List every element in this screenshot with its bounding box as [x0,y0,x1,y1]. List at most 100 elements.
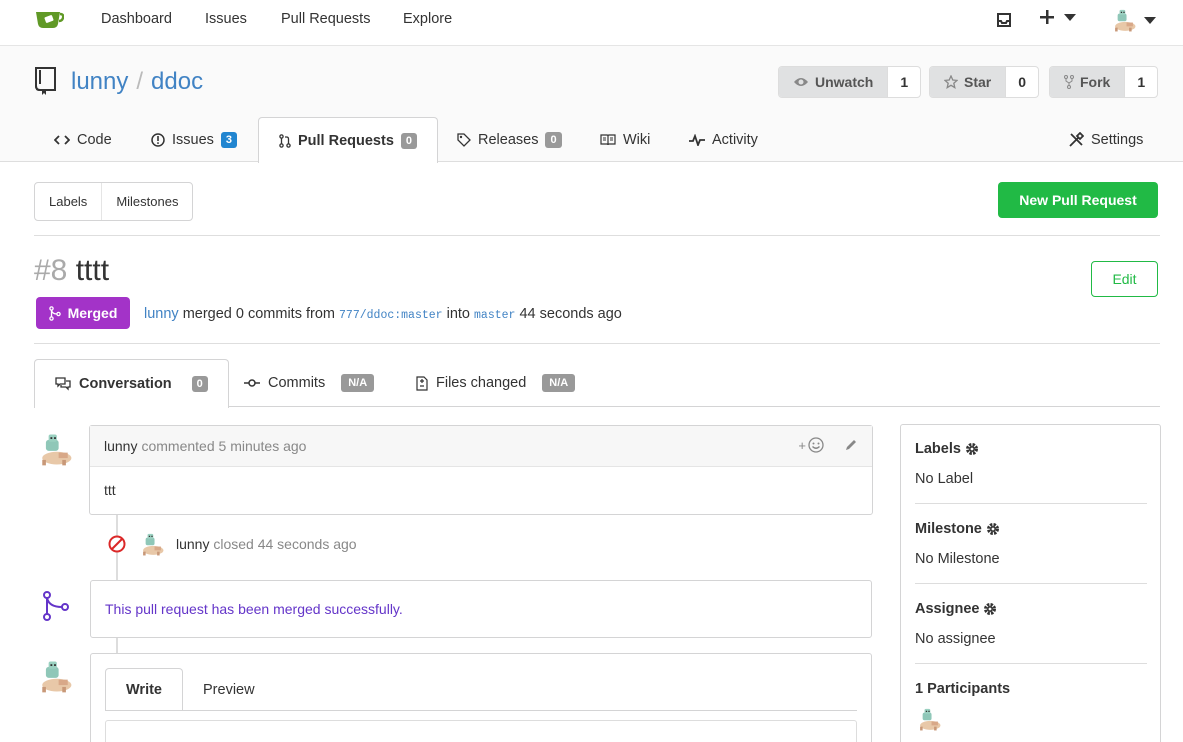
timeline-event-closed: lunny closed 44 seconds ago [108,530,357,558]
tab-settings-label: Settings [1091,131,1144,148]
page-title: #8 tttt [34,254,109,288]
comment-time: 5 minutes ago [218,438,307,454]
divider [105,710,857,711]
milestone-title-text: Milestone [915,521,982,537]
edit-title-button[interactable]: Edit [1091,261,1158,297]
pulse-icon [689,133,705,146]
inbox-icon[interactable] [996,12,1012,31]
assignee-value: No assignee [915,631,996,647]
tab-code[interactable]: Code [34,117,132,162]
nav-explore[interactable]: Explore [403,11,452,27]
tab-commits-label: Commits [268,375,326,391]
divider [915,663,1147,664]
repo-title: lunny / ddoc [71,68,203,96]
nav-pull-requests[interactable]: Pull Requests [281,11,370,27]
tab-files-label: Files changed [436,375,527,391]
repo-separator: / [136,68,144,95]
tab-activity-label: Activity [712,131,758,148]
assignee-title-text: Assignee [915,601,980,617]
smiley-icon [808,437,824,453]
add-reaction-button[interactable]: + [798,437,824,453]
fork-button[interactable]: Fork [1050,67,1125,97]
merger-link[interactable]: lunny [144,306,179,322]
fork-icon [1064,75,1074,89]
issue-sidebar: Labels No Label Milestone No Milestone A… [900,424,1161,742]
tab-pull-requests[interactable]: Pull Requests 0 [258,117,439,163]
pr-index: #8 [34,254,68,287]
status-badge: Merged [36,297,130,329]
pr-title-text: tttt [75,254,110,287]
tab-activity[interactable]: Activity [669,117,778,162]
tab-releases[interactable]: Releases 0 [437,117,582,162]
comment-header: lunny commented 5 minutes ago [90,426,872,467]
pencil-icon[interactable] [844,438,858,452]
star-count[interactable]: 0 [1005,67,1038,97]
assignee-title[interactable]: Assignee [915,601,1147,617]
reaction-plus: + [798,437,806,453]
pulls-count-badge: 0 [400,132,418,149]
labels-title[interactable]: Labels [915,441,1147,457]
avatar[interactable] [915,705,943,733]
create-new-menu[interactable] [1040,10,1076,24]
comment-textarea[interactable] [105,720,857,742]
tab-wiki[interactable]: Wiki [580,117,670,162]
tab-files-changed[interactable]: Files changed N/A [396,359,595,407]
tab-issues[interactable]: Issues 3 [131,117,257,162]
merged-text: merged 0 commits from [182,306,335,322]
milestones-link[interactable]: Milestones [101,183,192,220]
avatar[interactable] [34,429,76,469]
base-branch[interactable]: master [474,309,515,322]
tab-write[interactable]: Write [105,668,183,711]
labels-section: Labels No Label [915,441,1147,487]
participants-section: 1 Participants [915,681,1147,736]
chevron-down-icon [1064,13,1076,21]
comment-author[interactable]: lunny [104,438,137,454]
commits-count-badge: N/A [341,374,375,392]
unwatch-button[interactable]: Unwatch [779,67,888,97]
comment-discussion-icon [55,377,71,391]
tab-commits[interactable]: Commits N/A [224,359,394,407]
tab-wiki-label: Wiki [623,131,651,148]
files-count-badge: N/A [542,374,576,392]
event-author[interactable]: lunny [176,536,209,552]
nav-dashboard[interactable]: Dashboard [101,11,172,27]
tab-settings[interactable]: Settings [1048,117,1163,162]
into-text: into [446,306,470,322]
user-menu[interactable] [1110,6,1156,34]
releases-count-badge: 0 [545,131,562,148]
tab-pull-requests-label: Pull Requests [298,132,394,149]
labels-link[interactable]: Labels [35,183,101,220]
pull-request-icon [279,133,291,148]
issue-icon [151,132,165,147]
merge-status-icon [43,591,69,621]
star-label: Star [964,74,992,90]
merge-icon [48,305,61,321]
tab-preview[interactable]: Preview [183,668,275,711]
avatar[interactable] [34,656,76,696]
gitea-logo-icon[interactable] [34,8,65,30]
nav-issues[interactable]: Issues [205,11,247,27]
commit-icon [244,379,260,387]
code-icon [54,134,70,145]
avatar [1110,6,1138,34]
avatar[interactable] [138,530,166,558]
star-button[interactable]: Star [930,67,1006,97]
repo-book-icon [34,66,58,99]
tab-issues-label: Issues [172,131,214,148]
milestone-title[interactable]: Milestone [915,521,1147,537]
assignee-section: Assignee No assignee [915,601,1147,647]
star-button-group: Star 0 [929,66,1040,98]
chevron-down-icon [1144,16,1156,24]
status-badge-label: Merged [67,305,118,321]
fork-count[interactable]: 1 [1124,67,1157,97]
head-branch[interactable]: 777/ddoc:master [339,309,443,322]
tab-releases-label: Releases [478,131,539,148]
tab-conversation[interactable]: Conversation 0 [34,359,229,408]
repo-owner-link[interactable]: lunny [71,68,128,95]
watch-count[interactable]: 1 [887,67,920,97]
tab-code-label: Code [77,131,112,148]
milestone-section: Milestone No Milestone [915,521,1147,567]
repo-name-link[interactable]: ddoc [151,68,203,95]
gear-icon [984,603,997,615]
new-pull-request-button[interactable]: New Pull Request [998,182,1158,218]
